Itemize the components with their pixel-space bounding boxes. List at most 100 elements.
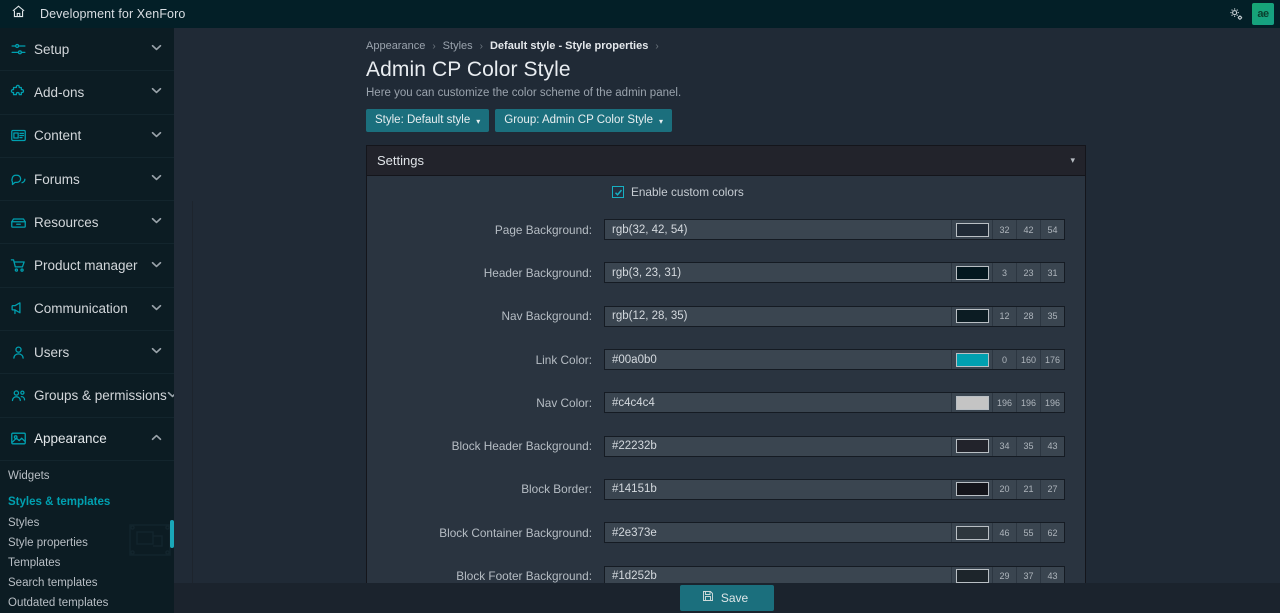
- home-link[interactable]: [4, 4, 32, 24]
- color-channel-r[interactable]: 34: [992, 437, 1016, 456]
- chevron-down-icon[interactable]: [151, 174, 162, 184]
- sidebar-group-resources[interactable]: Resources: [0, 201, 174, 244]
- color-channel-b[interactable]: 54: [1040, 220, 1064, 239]
- pill-label: Style: Default style: [375, 114, 470, 126]
- sidebar-scrollbar-track[interactable]: [170, 28, 174, 613]
- color-channel-g[interactable]: 196: [1016, 393, 1040, 412]
- puzzle-icon: [10, 84, 34, 101]
- chevron-down-icon[interactable]: [151, 347, 162, 357]
- chevron-down-icon[interactable]: [151, 217, 162, 227]
- color-channel-g[interactable]: 23: [1016, 263, 1040, 282]
- sidebar-group-communication[interactable]: Communication: [0, 288, 174, 331]
- topbar-actions: ae: [1229, 3, 1280, 25]
- sidebar-item-styles[interactable]: Styles: [0, 514, 174, 534]
- color-swatch-button-nav-color[interactable]: [951, 393, 992, 412]
- sidebar-group-content[interactable]: Content: [0, 115, 174, 158]
- sidebar-item-search-templates[interactable]: Search templates: [0, 574, 174, 594]
- settings-block-header[interactable]: Settings ▾: [367, 146, 1085, 176]
- color-channel-b[interactable]: 35: [1040, 307, 1064, 326]
- color-channel-g[interactable]: 21: [1016, 480, 1040, 499]
- sidebar-group-label: Product manager: [34, 258, 151, 273]
- color-swatch: [956, 569, 989, 583]
- sidebar-item-styles-templates[interactable]: Styles & templates: [0, 487, 174, 514]
- color-swatch-button-block-border[interactable]: [951, 480, 992, 499]
- color-channel-r[interactable]: 32: [992, 220, 1016, 239]
- color-row-label: Nav Background:: [367, 309, 604, 323]
- sidebar-item-templates[interactable]: Templates: [0, 554, 174, 574]
- color-swatch-button-block-header-background[interactable]: [951, 437, 992, 456]
- color-channel-r[interactable]: 3: [992, 263, 1016, 282]
- chevron-down-icon: ▾: [476, 117, 480, 126]
- color-input-block-border[interactable]: [605, 480, 951, 499]
- save-disk-icon: [702, 590, 714, 605]
- enable-custom-colors-row[interactable]: Enable custom colors: [367, 176, 1085, 208]
- chevron-down-icon[interactable]: [151, 131, 162, 141]
- color-channel-g[interactable]: 28: [1016, 307, 1040, 326]
- color-channel-b[interactable]: 196: [1040, 393, 1064, 412]
- chevron-down-icon[interactable]: [151, 44, 162, 54]
- color-channel-b[interactable]: 27: [1040, 480, 1064, 499]
- color-channel-g[interactable]: 35: [1016, 437, 1040, 456]
- chevron-down-icon[interactable]: [151, 261, 162, 271]
- color-channel-g[interactable]: 42: [1016, 220, 1040, 239]
- color-channel-b[interactable]: 43: [1040, 437, 1064, 456]
- color-channel-g[interactable]: 160: [1016, 350, 1040, 369]
- color-input-block-header-background[interactable]: [605, 437, 951, 456]
- color-rows: Page Background:324254Header Background:…: [367, 208, 1085, 598]
- page-title: Admin CP Color Style: [174, 52, 1280, 82]
- chevron-down-icon[interactable]: [151, 87, 162, 97]
- gear-icon[interactable]: [1229, 7, 1244, 22]
- breadcrumb-item[interactable]: Styles: [443, 40, 473, 52]
- chevron-down-icon[interactable]: [151, 304, 162, 314]
- breadcrumb-item[interactable]: Appearance: [366, 40, 425, 52]
- save-button[interactable]: Save: [680, 585, 774, 611]
- color-swatch-button-block-container-background[interactable]: [951, 523, 992, 542]
- color-input-page-background[interactable]: [605, 220, 951, 239]
- sidebar-group-groups-permissions[interactable]: Groups & permissions: [0, 374, 174, 417]
- color-swatch-button-header-background[interactable]: [951, 263, 992, 282]
- color-input-nav-color[interactable]: [605, 393, 951, 412]
- color-channel-b[interactable]: 62: [1040, 523, 1064, 542]
- color-row: Nav Background: 122835: [367, 295, 1085, 338]
- avatar-initials: ae: [1257, 8, 1268, 20]
- avatar[interactable]: ae: [1252, 3, 1274, 25]
- color-channel-r[interactable]: 0: [992, 350, 1016, 369]
- color-row: Link Color:0160176: [367, 338, 1085, 381]
- color-swatch-button-link-color[interactable]: [951, 350, 992, 369]
- color-channel-r[interactable]: 196: [992, 393, 1016, 412]
- chevron-down-icon: ▾: [659, 117, 663, 126]
- color-input-nav-background[interactable]: [605, 307, 951, 326]
- color-channel-g[interactable]: 55: [1016, 523, 1040, 542]
- chevron-up-icon[interactable]: [151, 434, 162, 444]
- color-channel-b[interactable]: 176: [1040, 350, 1064, 369]
- sidebar-group-setup[interactable]: Setup: [0, 28, 174, 71]
- color-channel-b[interactable]: 31: [1040, 263, 1064, 282]
- color-swatch: [956, 526, 989, 540]
- sidebar-item-widgets[interactable]: Widgets: [0, 467, 174, 487]
- sidebar-group-label: Resources: [34, 215, 151, 230]
- sidebar-group-product-manager[interactable]: Product manager: [0, 244, 174, 287]
- sidebar-item-style-properties[interactable]: Style properties: [0, 534, 174, 554]
- chevron-down-icon[interactable]: ▾: [1070, 155, 1075, 166]
- sidebar-group-appearance[interactable]: Appearance: [0, 418, 174, 461]
- breadcrumb-item[interactable]: Default style - Style properties: [490, 40, 648, 52]
- sidebar-group-users[interactable]: Users: [0, 331, 174, 374]
- color-channel-r[interactable]: 20: [992, 480, 1016, 499]
- color-input-link-color[interactable]: [605, 350, 951, 369]
- color-input-header-background[interactable]: [605, 263, 951, 282]
- color-channel-r[interactable]: 12: [992, 307, 1016, 326]
- sidebar-item-outdated-templates[interactable]: Outdated templates: [0, 594, 174, 613]
- color-swatch-button-nav-background[interactable]: [951, 307, 992, 326]
- enable-custom-colors-checkbox[interactable]: [612, 186, 624, 198]
- sidebar-scrollbar-thumb[interactable]: [170, 520, 174, 548]
- color-input-block-container-background[interactable]: [605, 523, 951, 542]
- sidebar-group-add-ons[interactable]: Add-ons: [0, 71, 174, 114]
- color-swatch-button-page-background[interactable]: [951, 220, 992, 239]
- sidebar-group-forums[interactable]: Forums: [0, 158, 174, 201]
- group-selector-pill[interactable]: Group: Admin CP Color Style▾: [495, 109, 672, 132]
- color-row-field: 32331: [604, 262, 1085, 283]
- style-selector-pill[interactable]: Style: Default style ▾: [366, 109, 489, 132]
- settings-block: Settings ▾ Enable custom colors Page Bac…: [366, 145, 1086, 599]
- color-channel-r[interactable]: 46: [992, 523, 1016, 542]
- sidebar-group-label: Users: [34, 345, 151, 360]
